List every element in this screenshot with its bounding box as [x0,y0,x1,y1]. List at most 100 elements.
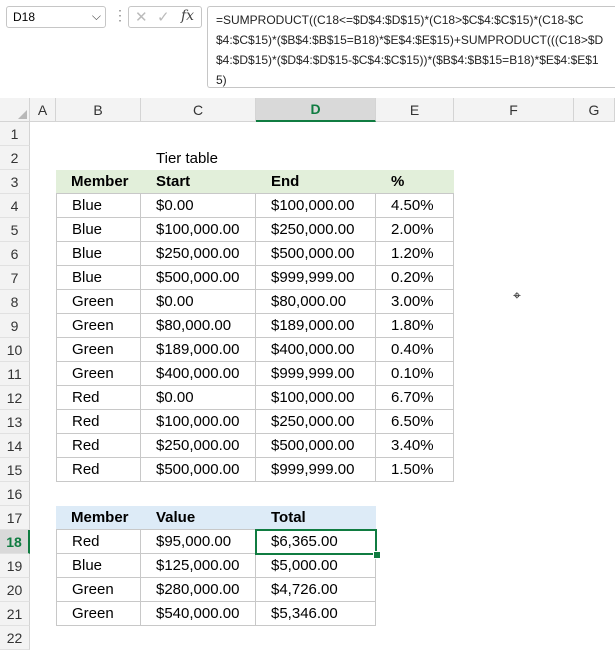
tier-table-cell[interactable]: Blue [56,194,141,218]
result-table-cell[interactable]: Blue [56,554,141,578]
row-header-18[interactable]: 18 [0,530,30,554]
result-table-cell[interactable]: $95,000.00 [141,530,256,554]
enter-icon[interactable]: ✓ [157,8,170,26]
result-table-cell[interactable]: $280,000.00 [141,578,256,602]
column-header-e[interactable]: E [376,98,454,122]
row-header-3[interactable]: 3 [0,170,30,194]
row-header-6[interactable]: 6 [0,242,30,266]
tier-table-cell[interactable]: Green [56,338,141,362]
column-header-b[interactable]: B [56,98,141,122]
fill-handle[interactable] [373,551,381,559]
tier-table-cell[interactable]: Green [56,314,141,338]
tier-table-cell[interactable]: Blue [56,218,141,242]
row-header-12[interactable]: 12 [0,386,30,410]
result-table-cell[interactable]: $5,346.00 [256,602,376,626]
tier-table-cell[interactable]: 0.10% [376,362,454,386]
tier-table-cell[interactable]: 4.50% [376,194,454,218]
tier-table-cell[interactable]: $999,999.00 [256,266,376,290]
column-header-c[interactable]: C [141,98,256,122]
row-header-1[interactable]: 1 [0,122,30,146]
tier-table-cell[interactable]: Red [56,386,141,410]
tier-table-cell[interactable]: 2.00% [376,218,454,242]
tier-table-cell[interactable]: 6.70% [376,386,454,410]
tier-table-cell[interactable]: $189,000.00 [256,314,376,338]
tier-table-cell[interactable]: $250,000.00 [141,434,256,458]
tier-table-cell[interactable]: $250,000.00 [256,410,376,434]
chevron-down-icon[interactable]: ⌵ [92,9,101,24]
formula-input[interactable]: =SUMPRODUCT((C18<=$D$4:$D$15)*(C18>$C$4:… [207,6,615,88]
tier-table-cell[interactable]: Green [56,362,141,386]
row-header-20[interactable]: 20 [0,578,30,602]
column-header-a[interactable]: A [30,98,56,122]
row-header-21[interactable]: 21 [0,602,30,626]
tier-table-cell[interactable]: $100,000.00 [141,218,256,242]
tier-table-cell[interactable]: $250,000.00 [256,218,376,242]
row-header-16[interactable]: 16 [0,482,30,506]
tier-table-cell[interactable]: 3.40% [376,434,454,458]
tier-table-cell[interactable]: $999,999.00 [256,362,376,386]
tier-table-cell[interactable]: 3.00% [376,290,454,314]
tier-table-cell[interactable]: $500,000.00 [141,458,256,482]
column-header-d[interactable]: D [256,98,376,122]
row-header-8[interactable]: 8 [0,290,30,314]
row-header-9[interactable]: 9 [0,314,30,338]
tier-table-cell[interactable]: $100,000.00 [256,194,376,218]
tier-table-cell[interactable]: 0.40% [376,338,454,362]
row-header-15[interactable]: 15 [0,458,30,482]
row-header-5[interactable]: 5 [0,218,30,242]
row-header-22[interactable]: 22 [0,626,30,650]
row-header-13[interactable]: 13 [0,410,30,434]
column-header-f[interactable]: F [454,98,574,122]
row-header-7[interactable]: 7 [0,266,30,290]
row-header-10[interactable]: 10 [0,338,30,362]
result-header-cell[interactable]: Member [56,506,141,530]
tier-table-cell[interactable]: $80,000.00 [141,314,256,338]
tier-table-cell[interactable]: $80,000.00 [256,290,376,314]
result-table-cell[interactable]: Green [56,578,141,602]
column-header-g[interactable]: G [574,98,615,122]
tier-table-cell[interactable]: $500,000.00 [141,266,256,290]
tier-table-cell[interactable]: $250,000.00 [141,242,256,266]
tier-header-cell[interactable]: Member [56,170,141,194]
tier-table-cell[interactable]: 1.20% [376,242,454,266]
result-table-cell[interactable]: $540,000.00 [141,602,256,626]
tier-header-cell[interactable]: % [376,170,454,194]
tier-table-cell[interactable]: 6.50% [376,410,454,434]
tier-table-cell[interactable]: $500,000.00 [256,434,376,458]
result-header-cell[interactable]: Value [141,506,256,530]
tier-table-cell[interactable]: $189,000.00 [141,338,256,362]
tier-table-cell[interactable]: $0.00 [141,386,256,410]
tier-table-cell[interactable]: 1.80% [376,314,454,338]
tier-table-cell[interactable]: $0.00 [141,194,256,218]
name-box[interactable]: D18 ⌵ [6,6,106,28]
tier-header-cell[interactable]: End [256,170,376,194]
row-header-4[interactable]: 4 [0,194,30,218]
result-table-cell[interactable]: Red [56,530,141,554]
tier-table-cell[interactable]: Green [56,290,141,314]
row-header-19[interactable]: 19 [0,554,30,578]
tier-table-cell[interactable]: $100,000.00 [256,386,376,410]
tier-table-cell[interactable]: $400,000.00 [141,362,256,386]
tier-table-cell[interactable]: Red [56,410,141,434]
tier-table-cell[interactable]: $0.00 [141,290,256,314]
row-header-14[interactable]: 14 [0,434,30,458]
row-header-17[interactable]: 17 [0,506,30,530]
tier-table-cell[interactable]: Red [56,434,141,458]
tier-table-cell[interactable]: Blue [56,266,141,290]
more-options-icon[interactable]: ⋮ [113,7,127,24]
tier-table-cell[interactable]: $400,000.00 [256,338,376,362]
result-table-cell[interactable]: Green [56,602,141,626]
result-header-cell[interactable]: Total [256,506,376,530]
result-table-cell[interactable]: $6,365.00 [256,530,376,554]
tier-table-cell[interactable]: 1.50% [376,458,454,482]
result-table-cell[interactable]: $4,726.00 [256,578,376,602]
cancel-icon[interactable]: ✕ [135,8,148,26]
tier-table-cell[interactable]: $999,999.00 [256,458,376,482]
result-table-cell[interactable]: $5,000.00 [256,554,376,578]
insert-function-icon[interactable]: fx [181,8,194,24]
tier-table-cell[interactable]: $500,000.00 [256,242,376,266]
tier-table-cell[interactable]: 0.20% [376,266,454,290]
tier-table-cell[interactable]: Blue [56,242,141,266]
result-table-cell[interactable]: $125,000.00 [141,554,256,578]
tier-table-cell[interactable]: $100,000.00 [141,410,256,434]
